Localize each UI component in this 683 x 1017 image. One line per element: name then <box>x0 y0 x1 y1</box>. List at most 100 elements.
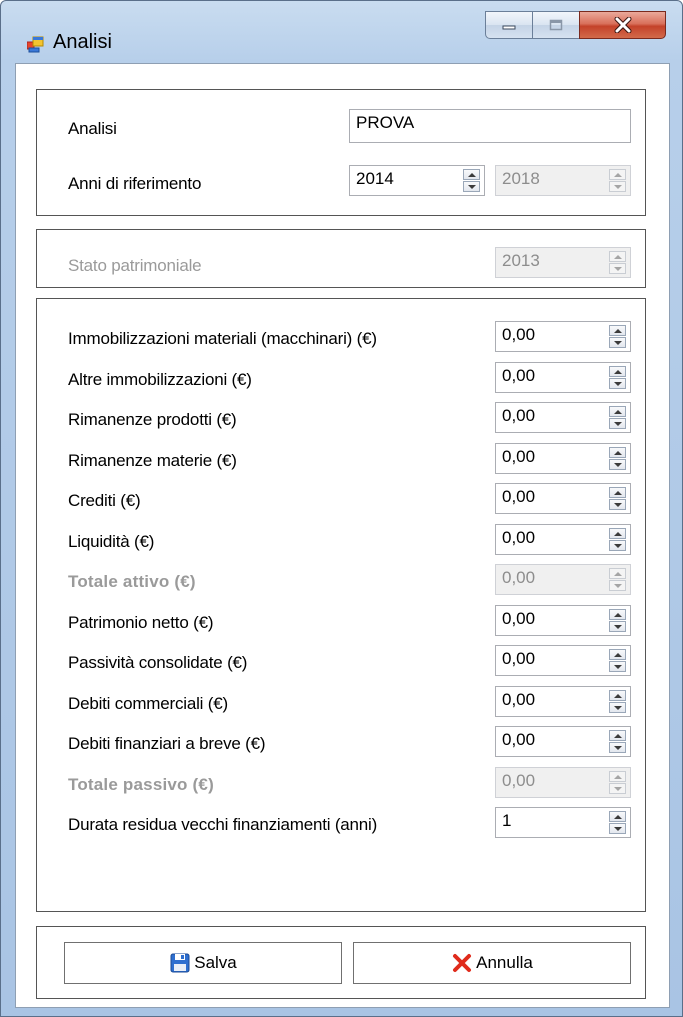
window-title: Analisi <box>53 31 112 53</box>
spin-up-button[interactable] <box>609 690 626 701</box>
spin-up-button[interactable] <box>609 366 626 377</box>
field-value: 0,00 <box>502 487 536 506</box>
field-label: Crediti (€) <box>68 491 141 510</box>
field-value: 0,00 <box>502 447 536 466</box>
app-window-icon <box>27 36 44 53</box>
chevron-up-icon <box>613 814 622 819</box>
spin-down-button[interactable] <box>609 661 626 672</box>
chevron-down-icon <box>613 184 622 189</box>
field-value-spinner[interactable]: 0,00 <box>495 605 631 636</box>
chevron-up-icon <box>613 531 622 536</box>
spin-up-button[interactable] <box>609 811 626 822</box>
title-bar[interactable]: Analisi <box>1 1 682 63</box>
spin-down-button[interactable] <box>609 499 626 510</box>
stato-patrimoniale-label: Stato patrimoniale <box>68 256 202 275</box>
field-label: Durata residua vecchi finanziamenti (ann… <box>68 815 378 834</box>
anno-inizio-spinner[interactable]: 2014 <box>349 165 485 196</box>
save-button-label: Salva <box>194 953 237 972</box>
spin-down-button[interactable] <box>609 337 626 348</box>
chevron-up-icon <box>613 774 622 779</box>
spin-down-button[interactable] <box>609 621 626 632</box>
close-button[interactable] <box>579 11 666 39</box>
chevron-down-icon <box>613 502 622 507</box>
field-value: 0,00 <box>502 528 536 547</box>
spin-up-button[interactable] <box>609 730 626 741</box>
field-value-spinner[interactable]: 0,00 <box>495 524 631 555</box>
chevron-down-icon <box>613 340 622 345</box>
spin-down-button[interactable] <box>609 702 626 713</box>
field-label: Debiti commerciali (€) <box>68 694 228 713</box>
field-value: 0,00 <box>502 771 536 790</box>
chevron-up-icon <box>613 369 622 374</box>
spin-up-button <box>609 568 626 579</box>
field-value-spinner[interactable]: 0,00 <box>495 726 631 757</box>
field-label: Totale passivo (€) <box>68 775 214 794</box>
spin-up-button[interactable] <box>609 649 626 660</box>
spin-down-button[interactable] <box>609 540 626 551</box>
spin-down-button[interactable] <box>609 459 626 470</box>
spin-up-button[interactable] <box>609 447 626 458</box>
chevron-up-icon <box>467 172 476 177</box>
field-value-spinner[interactable]: 0,00 <box>495 362 631 393</box>
field-label: Totale attivo (€) <box>68 572 196 591</box>
spin-up-button <box>609 771 626 782</box>
field-label: Rimanenze prodotti (€) <box>68 410 237 429</box>
stato-anno-value: 2013 <box>502 251 540 270</box>
field-value-spinner[interactable]: 0,00 <box>495 443 631 474</box>
spin-down-button <box>609 263 626 274</box>
maximize-icon <box>549 19 563 31</box>
spin-up-button[interactable] <box>609 406 626 417</box>
spin-up-button[interactable] <box>463 169 480 180</box>
red-x-icon <box>453 954 472 972</box>
cancel-button[interactable]: Annulla <box>353 942 631 984</box>
field-value-spinner[interactable]: 0,00 <box>495 483 631 514</box>
field-value-spinner[interactable]: 0,00 <box>495 321 631 352</box>
chevron-down-icon <box>613 543 622 548</box>
chevron-down-icon <box>613 381 622 386</box>
field-value-spinner[interactable]: 1 <box>495 807 631 838</box>
save-button[interactable]: Salva <box>64 942 342 984</box>
minimize-button[interactable] <box>485 11 533 39</box>
analisi-name-input[interactable]: PROVA <box>349 109 631 143</box>
chevron-down-icon <box>613 624 622 629</box>
chevron-down-icon <box>613 745 622 750</box>
field-value: 0,00 <box>502 649 536 668</box>
cancel-button-label: Annulla <box>476 953 533 972</box>
field-value-spinner[interactable]: 0,00 <box>495 645 631 676</box>
anno-fine-value: 2018 <box>502 169 540 188</box>
chevron-up-icon <box>613 254 622 259</box>
field-value: 0,00 <box>502 730 536 749</box>
chevron-up-icon <box>613 490 622 495</box>
field-label: Patrimonio netto (€) <box>68 613 214 632</box>
field-value-spinner[interactable]: 0,00 <box>495 686 631 717</box>
chevron-down-icon <box>613 786 622 791</box>
stato-anno-spinner: 2013 <box>495 247 631 278</box>
spin-up-button[interactable] <box>609 609 626 620</box>
chevron-down-icon <box>613 266 622 271</box>
field-value: 0,00 <box>502 609 536 628</box>
spin-down-button <box>609 783 626 794</box>
anno-fine-spinner: 2018 <box>495 165 631 196</box>
maximize-button[interactable] <box>532 11 580 39</box>
analisi-window: Analisi Analisi PROVA Anni di riferiment… <box>0 0 683 1017</box>
spin-up-button <box>609 251 626 262</box>
chevron-down-icon <box>613 705 622 710</box>
spin-down-button[interactable] <box>609 378 626 389</box>
chevron-up-icon <box>613 652 622 657</box>
spin-up-button[interactable] <box>609 528 626 539</box>
field-value-spinner[interactable]: 0,00 <box>495 402 631 433</box>
chevron-up-icon <box>613 571 622 576</box>
anni-riferimento-label: Anni di riferimento <box>68 174 202 193</box>
chevron-down-icon <box>613 664 622 669</box>
spin-up-button <box>609 169 626 180</box>
anno-inizio-value: 2014 <box>356 169 394 188</box>
spin-up-button[interactable] <box>609 487 626 498</box>
field-value: 0,00 <box>502 325 536 344</box>
spin-down-button[interactable] <box>609 823 626 834</box>
spin-down-button[interactable] <box>609 418 626 429</box>
spin-down-button <box>609 580 626 591</box>
spin-down-button[interactable] <box>463 181 480 192</box>
spin-up-button[interactable] <box>609 325 626 336</box>
field-value: 0,00 <box>502 690 536 709</box>
spin-down-button[interactable] <box>609 742 626 753</box>
